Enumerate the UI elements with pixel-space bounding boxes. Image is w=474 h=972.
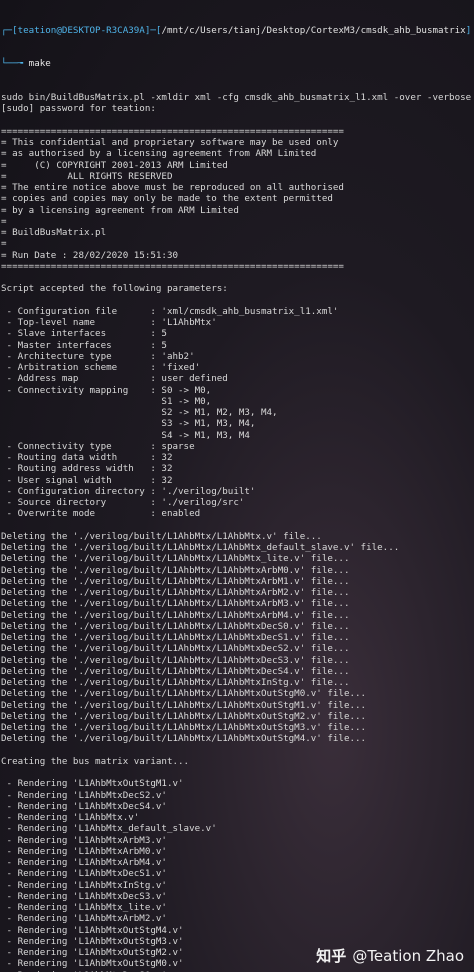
output-line: Deleting the './verilog/built/L1AhbMtx/L… [1,530,322,542]
output-line: - Rendering 'L1AhbMtx.v' [1,812,140,823]
output-line: Deleting the './verilog/built/L1AhbMtx/L… [1,710,367,722]
output-line: - Rendering 'L1AhbMtxDecS3.v' [1,890,167,902]
output-line: - Rendering 'L1AhbMtx_lite.v' [1,902,167,913]
output-line: sudo bin/BuildBusMatrix.pl -xmldir xml -… [1,92,472,103]
output-line: = [1,215,7,227]
command-line[interactable]: └──╼ make [1,58,474,69]
output-line: - Rendering 'L1AhbMtxArbM2.v' [1,913,167,925]
zhihu-logo: 知乎 [316,947,347,965]
output-line: - Rendering 'L1AhbMtxOutStgM1.v' [1,778,184,790]
output-line: = (C) COPYRIGHT 2001-2013 ARM Limited [1,159,228,171]
output-line: ========================================… [1,125,344,137]
output-line: S1 -> M0, [1,395,212,407]
output-line: - Routing address width : 32 [1,463,173,475]
output-line: Deleting the './verilog/built/L1AhbMtx/L… [1,598,350,610]
output-line: - Connectivity mapping : S0 -> M0, [1,384,212,396]
output-line: - Rendering 'L1AhbMtxDecS2.v' [1,789,167,801]
output-line: Deleting the './verilog/built/L1AhbMtx/L… [1,643,350,655]
watermark-author: @Teation Zhao [352,947,464,965]
prompt-line: ┌─[teation@DESKTOP-R3CA39A]─[/mnt/c/User… [1,25,474,36]
output-line: - Slave interfaces : 5 [1,328,167,340]
output-line: Deleting the './verilog/built/L1AhbMtx/L… [1,587,350,598]
output-line: = ALL RIGHTS RESERVED [1,170,173,182]
terminal-window[interactable]: ┌─[teation@DESKTOP-R3CA39A]─[/mnt/c/User… [0,0,474,972]
output-line: - Routing data width : 32 [1,452,173,463]
output-line: ========================================… [1,260,344,272]
output-line: Deleting the './verilog/built/L1AhbMtx/L… [1,620,350,632]
prompt-box-prefix: ┌─[ [1,24,18,36]
output-line: - Master interfaces : 5 [1,339,167,351]
output-line: S2 -> M1, M2, M3, M4, [1,407,278,418]
output-line: = The entire notice above must be reprod… [1,182,344,193]
output-line: Deleting the './verilog/built/L1AhbMtx/L… [1,722,367,733]
output-line: Deleting the './verilog/built/L1AhbMtx/L… [1,609,350,621]
prompt-user-host: teation@DESKTOP-R3CA39A [17,24,145,36]
output-line: Creating the bus matrix variant... [1,755,190,767]
output-line: S4 -> M1, M3, M4 [1,429,250,441]
output-line: - Rendering 'L1AhbMtxArbM3.v' [1,834,167,846]
output-line: = as authorised by a licensing agreement… [1,148,317,160]
output-line: Script accepted the following parameters… [1,283,228,295]
prompt-path: /mnt/c/Users/tianj/Desktop/CortexM3/cmsd… [161,24,466,36]
output-line: Deleting the './verilog/built/L1AhbMtx/L… [1,654,350,666]
command-text: make [28,58,51,70]
output-line: Deleting the './verilog/built/L1AhbMtx/L… [1,699,367,711]
output-line: Deleting the './verilog/built/L1AhbMtx/L… [1,733,367,745]
output-line: = BuildBusMatrix.pl [1,227,107,238]
output-line: - Configuration file : 'xml/cmsdk_ahb_bu… [1,305,339,317]
output-line: = This confidential and proprietary soft… [1,137,339,148]
output-line: Deleting the './verilog/built/L1AhbMtx/L… [1,665,350,677]
output-line: - Connectivity type : sparse [1,440,195,452]
output-line: = copies and copies may only be made to … [1,193,333,205]
output-line: - Rendering 'L1AhbMtx_default_slave.v' [1,823,217,835]
prompt-box-suffix: ] [465,24,472,36]
output-line: Deleting the './verilog/built/L1AhbMtx/L… [1,688,367,700]
output-line: - Configuration directory : './verilog/b… [1,485,256,497]
output-line: - Address map : user defined [1,373,228,385]
terminal-output: sudo bin/BuildBusMatrix.pl -xmldir xml -… [1,92,474,972]
output-line: Deleting the './verilog/built/L1AhbMtx/L… [1,564,350,576]
output-line: - Architecture type : 'ahb2' [1,350,195,362]
output-line: = Run Date : 28/02/2020 15:51:30 [1,249,179,261]
command-prompt-prefix: └──╼ [1,58,29,70]
output-line: - Rendering 'L1AhbMtxDecS4.v' [1,800,167,812]
output-line: - Rendering 'L1AhbMtxArbM4.v' [1,857,167,868]
output-line: - Rendering 'L1AhbMtxArbM0.v' [1,845,167,857]
output-line: Deleting the './verilog/built/L1AhbMtx/L… [1,575,350,587]
output-line: - Overwrite mode : enabled [1,508,201,520]
output-line: Deleting the './verilog/built/L1AhbMtx/L… [1,542,400,553]
output-line: - Source directory : './verilog/src' [1,497,245,508]
output-line: = [1,238,7,250]
output-line: - Arbitration scheme : 'fixed' [1,362,201,373]
output-line: - Rendering 'L1AhbMtxOutStgM4.v' [1,924,184,936]
output-line: - User signal width : 32 [1,474,173,486]
output-line: S3 -> M1, M3, M4, [1,418,256,430]
output-line: [sudo] password for teation: [1,103,156,115]
output-line: - Top-level name : 'L1AhbMtx' [1,317,217,328]
watermark: 知乎 @Teation Zhao [316,945,464,966]
output-line: - Rendering 'L1AhbMtxInStg.v' [1,879,167,891]
output-line: Deleting the './verilog/built/L1AhbMtx/L… [1,632,350,643]
output-line: Deleting the './verilog/built/L1AhbMtx/L… [1,677,350,688]
output-line: - Rendering 'L1AhbMtxDecS1.v' [1,868,167,880]
output-line: Deleting the './verilog/built/L1AhbMtx/L… [1,553,350,565]
prompt-separator: ]─[ [144,24,162,36]
output-line: = by a licensing agreement from ARM Limi… [1,204,239,216]
